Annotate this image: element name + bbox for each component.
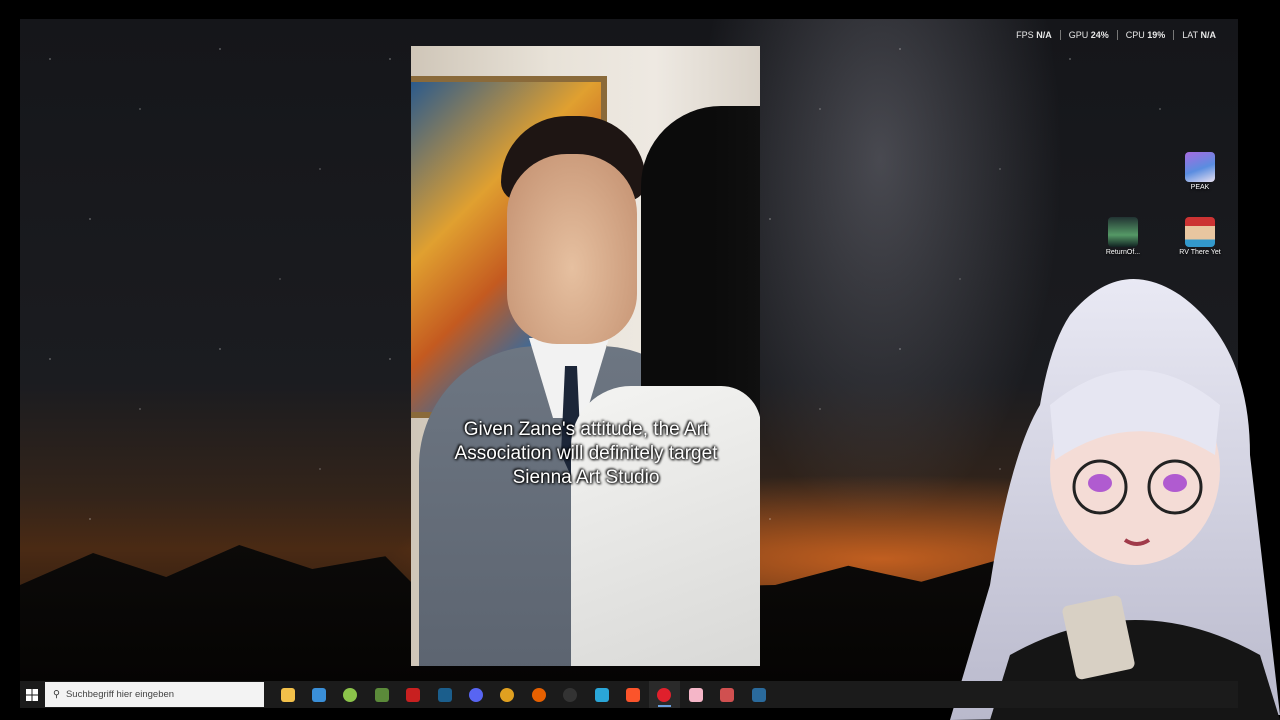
- desktop-icon-rv-there-yet[interactable]: RV There Yet: [1176, 217, 1224, 256]
- obs-studio-icon: [563, 687, 578, 702]
- taskbar-app-brave[interactable]: [617, 681, 648, 708]
- rv-there-yet-game-icon: [1185, 217, 1215, 247]
- taskbar-apps: [272, 681, 774, 708]
- steam-icon: [437, 687, 452, 702]
- discord-icon: [469, 687, 484, 702]
- lat-label: LAT: [1182, 30, 1198, 40]
- taskbar-app-minecraft[interactable]: [366, 681, 397, 708]
- taskbar-app-obs-studio[interactable]: [555, 681, 586, 708]
- taskbar-app-pink-app[interactable]: [680, 681, 711, 708]
- fps-value: N/A: [1036, 30, 1052, 40]
- minecraft-icon: [374, 687, 389, 702]
- taskbar-app-game-app[interactable]: [398, 681, 429, 708]
- steam-2-icon: [751, 687, 766, 702]
- game-app-icon: [406, 687, 421, 702]
- vtuber-avatar: [950, 279, 1280, 720]
- desktop-icon-label: PEAK: [1190, 184, 1210, 191]
- video-player[interactable]: Given Zane's attitude, the Art Associati…: [411, 46, 760, 666]
- taskbar-app-discord[interactable]: [460, 681, 491, 708]
- taskbar-app-microsoft-store[interactable]: [303, 681, 334, 708]
- taskbar-app-file-explorer[interactable]: [272, 681, 303, 708]
- desktop-icon-peak[interactable]: PEAK: [1176, 152, 1224, 191]
- android-app-icon: [343, 687, 358, 702]
- video-subtitle: Given Zane's attitude, the Art Associati…: [454, 419, 718, 488]
- performance-overlay: FPS N/A GPU 24% CPU 19% LAT N/A: [1008, 30, 1224, 40]
- search-placeholder: Suchbegriff hier eingeben: [65, 689, 175, 700]
- return-game-icon: [1108, 217, 1138, 247]
- edge-icon: [594, 687, 609, 702]
- chrome-icon: [500, 687, 515, 702]
- taskbar-app-steam[interactable]: [429, 681, 460, 708]
- taskbar-app-steam-2[interactable]: [743, 681, 774, 708]
- taskbar-search-input[interactable]: ⚲ Suchbegriff hier eingeben: [45, 682, 264, 707]
- taskbar-app-tool-app[interactable]: [711, 681, 742, 708]
- cpu-value: 19%: [1147, 30, 1166, 40]
- taskbar-app-chrome[interactable]: [492, 681, 523, 708]
- microsoft-store-icon: [312, 687, 327, 702]
- cpu-label: CPU: [1125, 30, 1145, 40]
- firefox-icon: [531, 687, 546, 702]
- opera-icon: [657, 687, 672, 702]
- brave-icon: [625, 687, 640, 702]
- taskbar-app-android-app[interactable]: [335, 681, 366, 708]
- desktop-icon-return[interactable]: ReturnOf...: [1099, 217, 1147, 256]
- taskbar-app-firefox[interactable]: [523, 681, 554, 708]
- cpu-stat: CPU 19%: [1116, 30, 1174, 40]
- taskbar-app-edge[interactable]: [586, 681, 617, 708]
- file-explorer-icon: [280, 687, 295, 702]
- fps-stat: FPS N/A: [1008, 30, 1060, 40]
- gpu-value: 24%: [1090, 30, 1109, 40]
- fps-label: FPS: [1016, 30, 1034, 40]
- tool-app-icon: [720, 687, 735, 702]
- taskbar-app-opera[interactable]: [648, 681, 681, 708]
- gpu-stat: GPU 24%: [1059, 30, 1117, 40]
- lat-value: N/A: [1200, 30, 1217, 40]
- lat-stat: LAT N/A: [1173, 30, 1224, 40]
- pink-app-icon: [688, 687, 703, 702]
- video-face: [507, 154, 637, 344]
- windows-icon: [26, 688, 38, 701]
- start-button[interactable]: [20, 681, 44, 708]
- gpu-label: GPU: [1068, 30, 1089, 40]
- taskbar: ⚲ Suchbegriff hier eingeben: [20, 681, 1238, 708]
- search-icon: ⚲: [53, 689, 60, 700]
- peak-game-icon: [1185, 152, 1215, 182]
